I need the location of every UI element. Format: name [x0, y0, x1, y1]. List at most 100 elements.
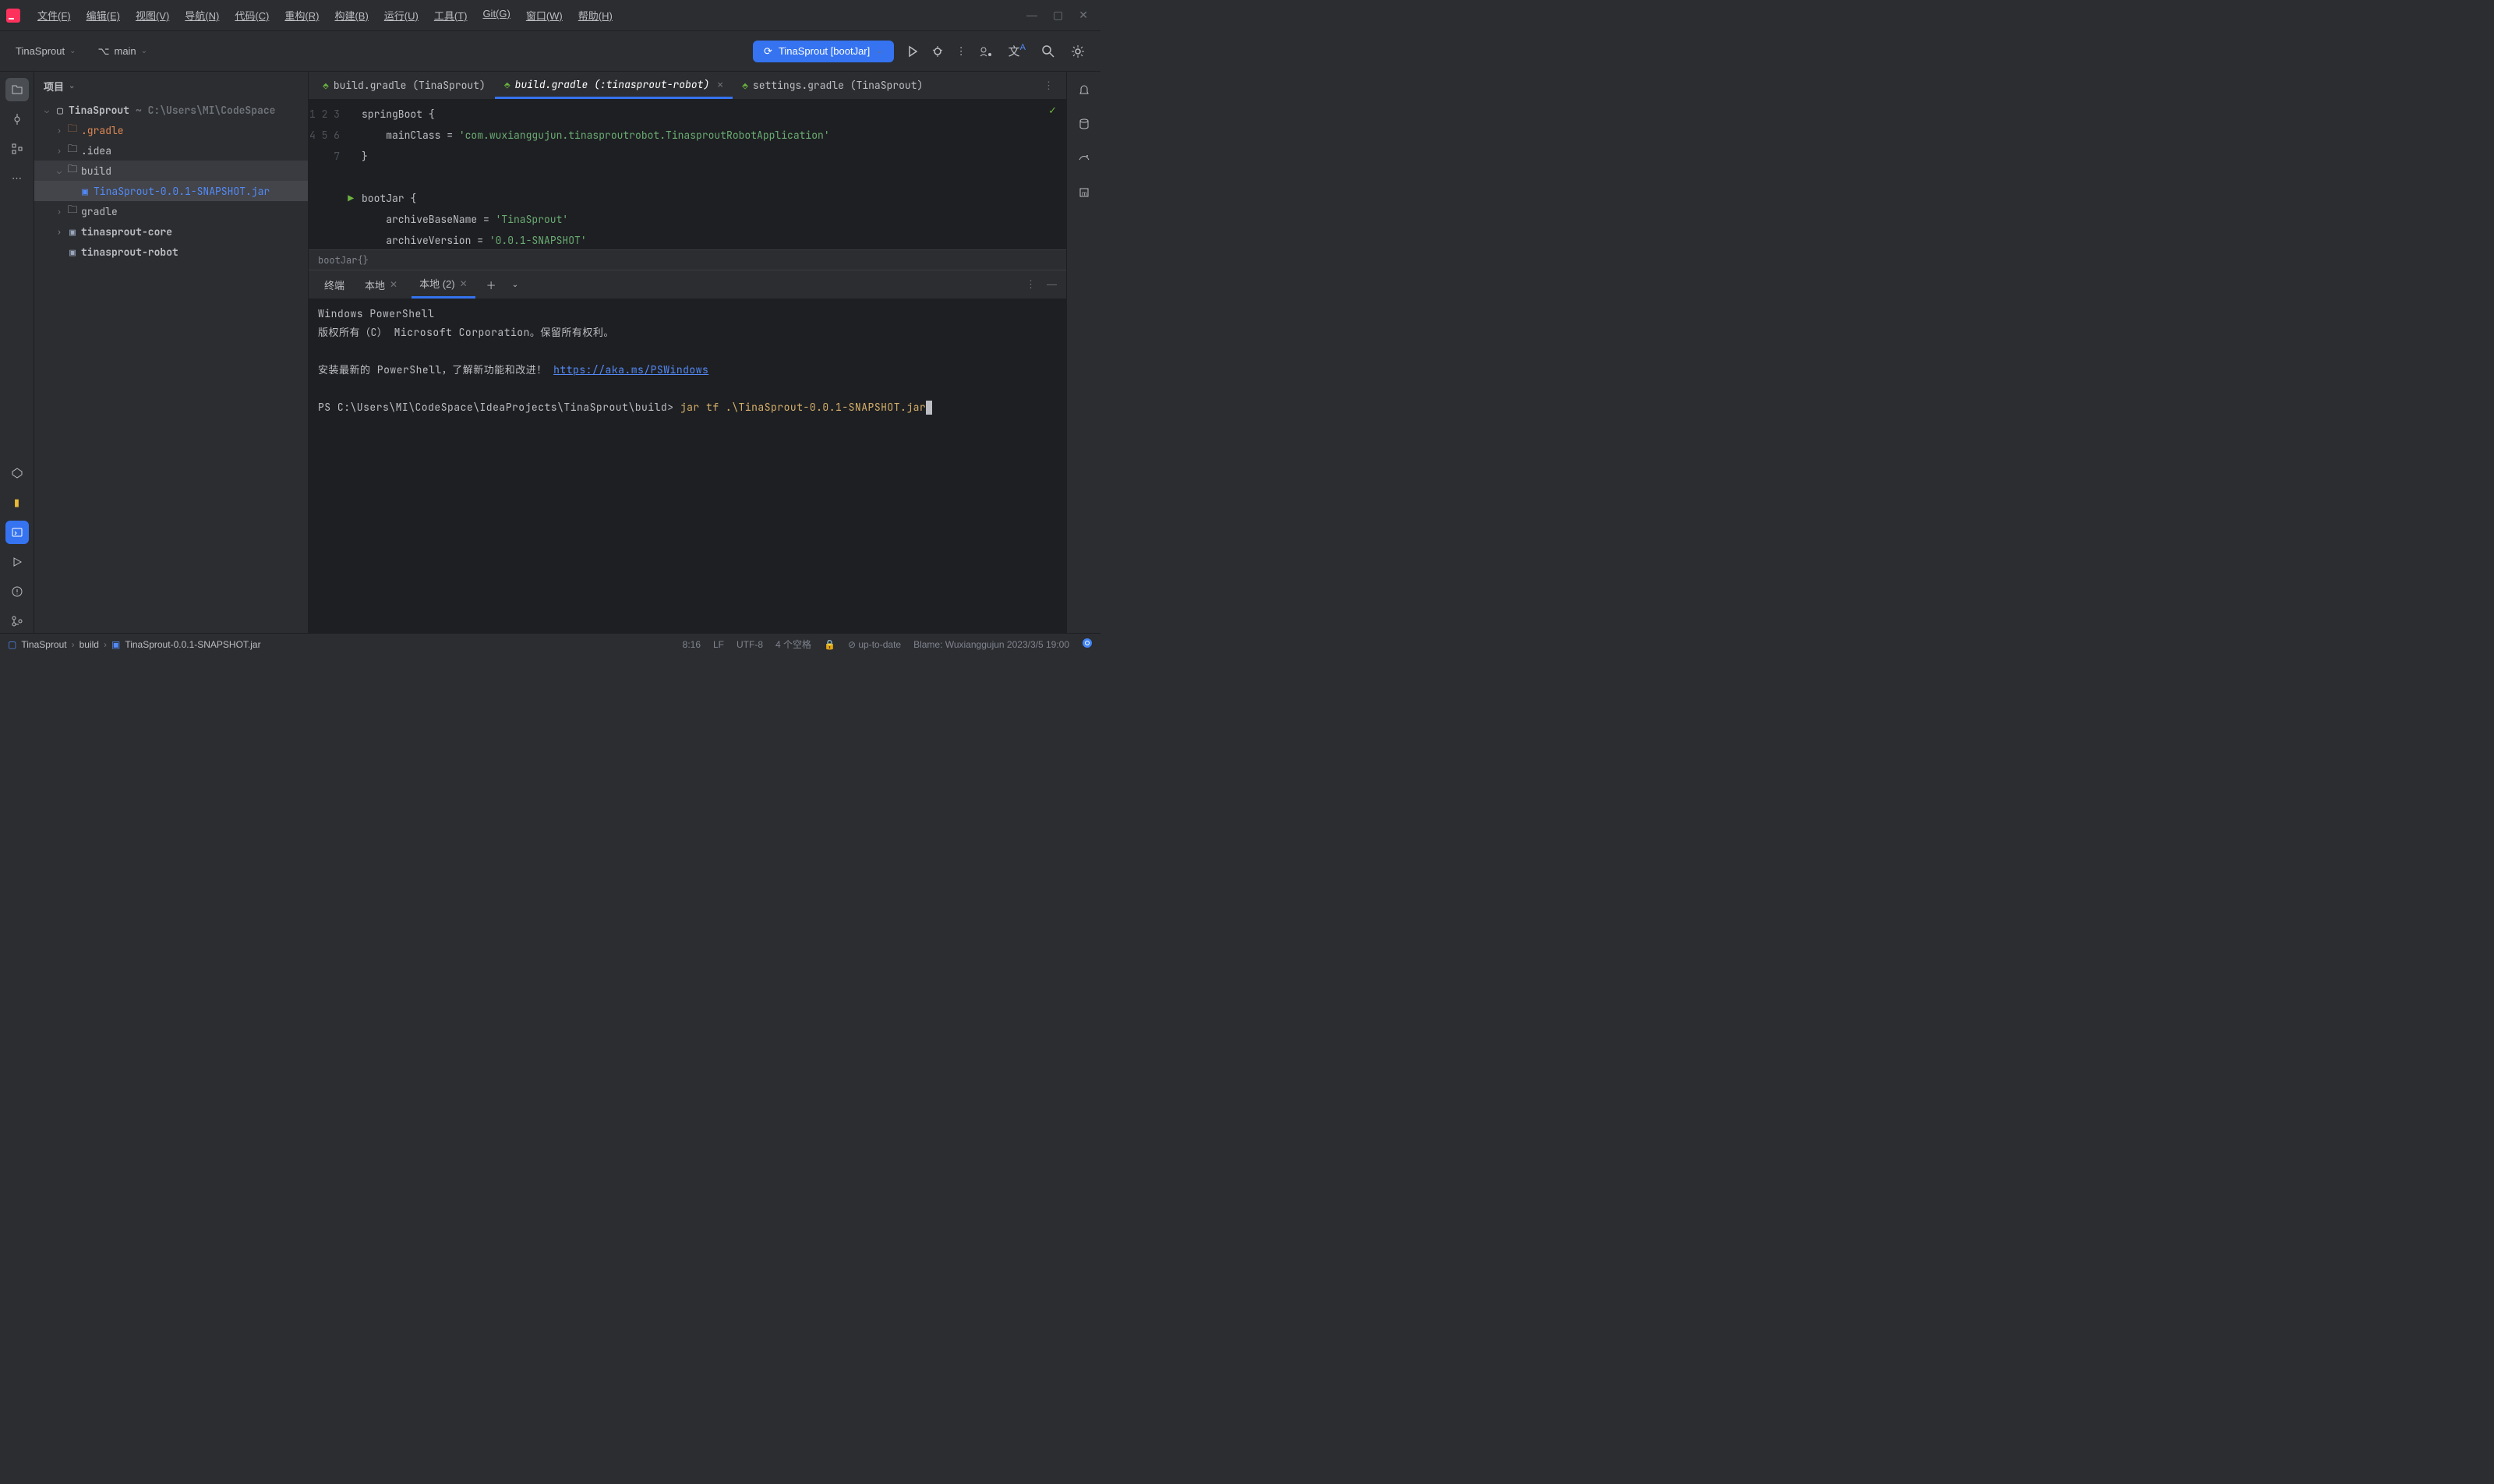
- close-terminal-tab-icon[interactable]: ✕: [390, 279, 397, 290]
- run-config-selector[interactable]: ⟳ TinaSprout [bootJar] ⌄: [753, 41, 894, 62]
- tabs-more-icon[interactable]: ⋮: [1036, 80, 1062, 92]
- editor-breadcrumb[interactable]: bootJar{}: [309, 249, 1066, 270]
- tree-item-gradle-cache[interactable]: ›🗀.gradle: [34, 120, 308, 140]
- file-encoding[interactable]: UTF-8: [737, 639, 763, 650]
- notifications-tool-button[interactable]: [1072, 78, 1096, 101]
- search-icon[interactable]: [1041, 44, 1055, 58]
- tree-item-core-module[interactable]: ›▣tinasprout-core: [34, 221, 308, 242]
- menu-tools[interactable]: 工具(T): [428, 5, 474, 26]
- close-terminal-tab-icon[interactable]: ✕: [460, 278, 468, 289]
- editor-tabs: ⬘ build.gradle (TinaSprout) ⬘ build.grad…: [309, 72, 1066, 100]
- indent-setting[interactable]: 4 个空格: [775, 638, 811, 651]
- menu-help[interactable]: 帮助(H): [572, 5, 619, 26]
- run-button[interactable]: [906, 45, 919, 58]
- menu-nav[interactable]: 导航(N): [178, 5, 225, 26]
- tree-item-jar[interactable]: ▣TinaSprout-0.0.1-SNAPSHOT.jar: [34, 181, 308, 201]
- add-terminal-icon[interactable]: ＋: [482, 277, 501, 292]
- titlebar: 文件(F) 编辑(E) 视图(V) 导航(N) 代码(C) 重构(R) 构建(B…: [0, 0, 1100, 31]
- app-logo-icon: [6, 8, 22, 23]
- maven-tool-button[interactable]: m: [1072, 181, 1096, 204]
- commit-tool-button[interactable]: [5, 108, 29, 131]
- git-blame[interactable]: Blame: Wuxianggujun 2023/3/5 19:00: [913, 639, 1069, 650]
- line-separator[interactable]: LF: [713, 639, 724, 650]
- terminal-tab-1[interactable]: 本地 ✕: [357, 270, 405, 299]
- tree-root[interactable]: ⌄▢ TinaSprout ~ C:\Users\MI\CodeSpace: [34, 100, 308, 120]
- chrome-icon[interactable]: [1082, 638, 1093, 651]
- database-tool-button[interactable]: [1072, 112, 1096, 136]
- structure-tool-button[interactable]: [5, 137, 29, 161]
- tree-root-path: ~ C:\Users\MI\CodeSpace: [136, 104, 275, 117]
- editor-tab-1[interactable]: ⬘ build.gradle (TinaSprout): [313, 72, 495, 99]
- vcs-tool-button[interactable]: [5, 610, 29, 633]
- tree-item-robot-module[interactable]: ▣tinasprout-robot: [34, 242, 308, 262]
- translate-icon[interactable]: 文A: [1009, 43, 1026, 59]
- tree-item-gradle[interactable]: ›🗀gradle: [34, 201, 308, 221]
- problems-tool-button[interactable]: [5, 580, 29, 603]
- tree-root-label: TinaSprout: [69, 104, 129, 117]
- terminal-dropdown-icon[interactable]: ⌄: [507, 281, 523, 289]
- project-panel-title: 项目: [44, 79, 64, 94]
- close-tab-icon[interactable]: ✕: [717, 78, 723, 91]
- menu-build[interactable]: 构建(B): [328, 5, 374, 26]
- main-toolbar: TinaSprout ⌄ ⌥ main ⌄ ⟳ TinaSprout [boot…: [0, 31, 1100, 72]
- terminal-title: 终端: [318, 277, 351, 292]
- menu-file[interactable]: 文件(F): [31, 5, 77, 26]
- gutter-run-icon[interactable]: ▶: [348, 188, 354, 209]
- more-actions-icon[interactable]: ⋮: [956, 45, 966, 58]
- menu-view[interactable]: 视图(V): [129, 5, 175, 26]
- more-tool-button[interactable]: ⋯: [5, 167, 29, 190]
- terminal-cursor: [926, 401, 932, 415]
- editor-tab-3[interactable]: ⬘ settings.gradle (TinaSprout): [733, 72, 932, 99]
- settings-icon[interactable]: [1071, 44, 1085, 58]
- debug-button[interactable]: [931, 45, 944, 58]
- terminal-tool-button[interactable]: [5, 521, 29, 544]
- sync-status[interactable]: ⊘ up-to-date: [848, 639, 901, 650]
- powershell-link[interactable]: https://aka.ms/PSWindows: [553, 363, 708, 376]
- code-with-me-icon[interactable]: [979, 44, 993, 58]
- maximize-icon[interactable]: ▢: [1053, 9, 1063, 22]
- code-content[interactable]: springBoot { mainClass = 'com.wuxiangguj…: [355, 100, 830, 249]
- terminal-body[interactable]: Windows PowerShell 版权所有（C） Microsoft Cor…: [309, 299, 1066, 633]
- menu-code[interactable]: 代码(C): [228, 5, 275, 26]
- project-selector[interactable]: TinaSprout ⌄: [9, 42, 83, 60]
- menu-window[interactable]: 窗口(W): [520, 5, 569, 26]
- menu-refactor[interactable]: 重构(R): [278, 5, 325, 26]
- chevron-down-icon: ⌄: [69, 82, 75, 90]
- nav-breadcrumb[interactable]: ▢ TinaSprout › build › ▣ TinaSprout-0.0.…: [8, 639, 261, 650]
- readonly-lock-icon[interactable]: 🔒: [824, 639, 835, 650]
- terminal-tab-2[interactable]: 本地 (2) ✕: [412, 270, 475, 299]
- gradle-icon: ⬘: [742, 79, 748, 92]
- menu-edit[interactable]: 编辑(E): [80, 5, 126, 26]
- gradle-tool-button[interactable]: [1072, 147, 1096, 170]
- module-icon: ▢: [8, 639, 16, 650]
- code-editor[interactable]: ✓ 1 2 3 4 5 6 7 ▶ springBoot { mainClass…: [309, 100, 1066, 249]
- todo-tool-button[interactable]: ▮: [5, 491, 29, 514]
- close-icon[interactable]: ✕: [1079, 9, 1088, 22]
- services-tool-button[interactable]: [5, 461, 29, 485]
- branch-icon: ⌥: [98, 45, 110, 58]
- jar-icon: ▣: [111, 639, 120, 650]
- project-name: TinaSprout: [16, 45, 65, 57]
- vcs-branch-selector[interactable]: ⌥ main ⌄: [92, 42, 154, 61]
- inspection-ok-icon[interactable]: ✓: [1048, 104, 1057, 117]
- svg-text:m: m: [1082, 190, 1087, 197]
- main-menu: 文件(F) 编辑(E) 视图(V) 导航(N) 代码(C) 重构(R) 构建(B…: [31, 5, 619, 26]
- run-config-label: TinaSprout [bootJar]: [779, 45, 870, 57]
- window-controls: — ▢ ✕: [1026, 9, 1094, 22]
- tree-item-idea[interactable]: ›🗀.idea: [34, 140, 308, 161]
- project-tool-button[interactable]: [5, 78, 29, 101]
- project-panel-header[interactable]: 项目 ⌄: [34, 72, 308, 100]
- right-tool-rail: m: [1066, 72, 1100, 633]
- terminal-options-icon[interactable]: ⋮: [1026, 278, 1036, 291]
- editor-tab-2[interactable]: ⬘ build.gradle (:tinasprout-robot) ✕: [495, 72, 733, 99]
- left-tool-rail: ⋯ ▮: [0, 72, 34, 633]
- editor-area: ⬘ build.gradle (TinaSprout) ⬘ build.grad…: [309, 72, 1066, 633]
- minimize-icon[interactable]: —: [1026, 9, 1037, 22]
- menu-git[interactable]: Git(G): [476, 5, 516, 26]
- tree-item-build[interactable]: ⌄🗀build: [34, 161, 308, 181]
- terminal-hide-icon[interactable]: —: [1047, 278, 1057, 291]
- menu-run[interactable]: 运行(U): [378, 5, 425, 26]
- gradle-icon: ⬘: [504, 78, 510, 91]
- caret-position[interactable]: 8:16: [683, 639, 701, 650]
- run-tool-button[interactable]: [5, 550, 29, 574]
